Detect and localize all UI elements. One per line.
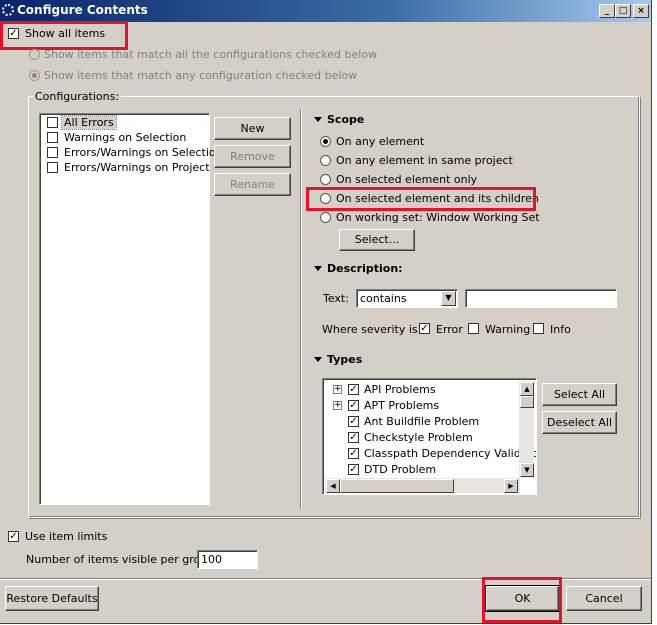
select-working-set-button[interactable]: Select...: [339, 229, 415, 251]
configuration-checkbox[interactable]: [47, 117, 58, 128]
text-mode-value: contains: [360, 292, 407, 305]
app-icon: [2, 4, 14, 16]
highlight-box: [482, 577, 562, 623]
expand-icon[interactable]: +: [333, 401, 342, 410]
match-all-label[interactable]: Show items that match all the configurat…: [44, 48, 377, 61]
select-all-button[interactable]: Select All: [542, 383, 617, 406]
maximize-button[interactable]: □: [615, 4, 631, 18]
vertical-scroll-thumb[interactable]: [520, 396, 534, 408]
scroll-up-button[interactable]: ▲: [520, 382, 534, 396]
types-title[interactable]: Types: [327, 353, 362, 366]
description-title[interactable]: Description:: [327, 262, 403, 275]
warning-label[interactable]: Warning: [485, 323, 530, 336]
text-mode-select[interactable]: contains ▼: [356, 289, 458, 308]
scroll-down-button[interactable]: ▼: [520, 463, 534, 477]
types-tree[interactable]: + ✓ API Problems + ✓ APT Problems ✓ Ant Buildfi…: [322, 378, 537, 495]
description-collapse-icon[interactable]: [314, 266, 322, 271]
new-button[interactable]: New: [214, 117, 291, 140]
severity-label: Where severity is:: [322, 323, 422, 336]
configuration-checkbox[interactable]: [47, 147, 58, 158]
scope-option-label[interactable]: On working set: Window Working Set: [336, 211, 540, 224]
items-per-group-input[interactable]: 100: [197, 550, 258, 569]
expand-icon[interactable]: +: [333, 385, 342, 394]
type-checkbox[interactable]: ✓: [348, 448, 359, 459]
info-checkbox[interactable]: [533, 323, 544, 334]
scroll-left-button[interactable]: ◀: [326, 479, 340, 493]
scope-option-label[interactable]: On any element in same project: [336, 154, 513, 167]
configure-contents-dialog: Configure Contents _ □ × ✓ Show all item…: [0, 0, 652, 624]
error-checkbox[interactable]: ✓: [419, 323, 430, 334]
type-item[interactable]: API Problems: [364, 383, 436, 396]
scope-collapse-icon[interactable]: [314, 117, 322, 122]
restore-defaults-button[interactable]: Restore Defaults: [5, 586, 99, 611]
text-filter-input[interactable]: [465, 289, 617, 308]
configuration-checkbox[interactable]: [47, 162, 58, 173]
title-bar[interactable]: Configure Contents _ □ ×: [0, 0, 651, 22]
scope-option-radio[interactable]: [320, 174, 331, 185]
scroll-right-button[interactable]: ▶: [504, 479, 518, 493]
use-item-limits-label[interactable]: Use item limits: [25, 530, 107, 543]
type-item[interactable]: Ant Buildfile Problem: [364, 415, 479, 428]
configurations-legend: Configurations:: [33, 90, 122, 103]
highlight-box: [306, 187, 536, 211]
text-label: Text:: [323, 292, 349, 305]
configuration-item[interactable]: All Errors: [61, 115, 117, 130]
scope-option-radio[interactable]: [320, 155, 331, 166]
configuration-item[interactable]: Errors/Warnings on Project: [62, 161, 212, 174]
scope-title[interactable]: Scope: [327, 113, 364, 126]
cancel-button[interactable]: Cancel: [566, 586, 642, 611]
configuration-item[interactable]: Errors/Warnings on Selection: [62, 146, 225, 159]
horizontal-scroll-thumb[interactable]: [340, 479, 454, 493]
type-item[interactable]: Checkstyle Problem: [364, 431, 473, 444]
chevron-down-icon[interactable]: ▼: [441, 291, 456, 306]
match-any-label[interactable]: Show items that match any configuration …: [44, 69, 357, 82]
type-checkbox[interactable]: ✓: [348, 384, 359, 395]
match-all-radio[interactable]: [29, 49, 40, 60]
items-per-group-label: Number of items visible per group:: [26, 553, 218, 566]
separator: [300, 109, 302, 509]
types-collapse-icon[interactable]: [314, 357, 322, 362]
match-any-radio[interactable]: [29, 70, 40, 81]
use-item-limits-checkbox[interactable]: ✓: [8, 531, 19, 542]
type-checkbox[interactable]: ✓: [348, 416, 359, 427]
type-item[interactable]: DTD Problem: [364, 463, 436, 476]
configuration-checkbox[interactable]: [47, 132, 58, 143]
warning-checkbox[interactable]: [468, 323, 479, 334]
deselect-all-button[interactable]: Deselect All: [542, 411, 617, 434]
configuration-item[interactable]: Warnings on Selection: [62, 131, 188, 144]
window-title: Configure Contents: [17, 3, 148, 17]
error-label[interactable]: Error: [436, 323, 463, 336]
items-per-group-value: 100: [201, 553, 222, 566]
scope-option-radio[interactable]: [320, 212, 331, 223]
info-label[interactable]: Info: [550, 323, 571, 336]
rename-button[interactable]: Rename: [214, 173, 291, 196]
scope-option-radio[interactable]: [320, 136, 331, 147]
type-item[interactable]: APT Problems: [364, 399, 439, 412]
type-checkbox[interactable]: ✓: [348, 400, 359, 411]
type-checkbox[interactable]: ✓: [348, 464, 359, 475]
scope-option-label[interactable]: On any element: [336, 135, 424, 148]
type-checkbox[interactable]: ✓: [348, 432, 359, 443]
highlight-box: [0, 21, 128, 50]
scope-option-label[interactable]: On selected element only: [336, 173, 477, 186]
minimize-button[interactable]: _: [599, 4, 615, 18]
close-button[interactable]: ×: [633, 4, 649, 18]
type-item[interactable]: Classpath Dependency Validator: [364, 447, 536, 460]
remove-button[interactable]: Remove: [214, 145, 291, 168]
